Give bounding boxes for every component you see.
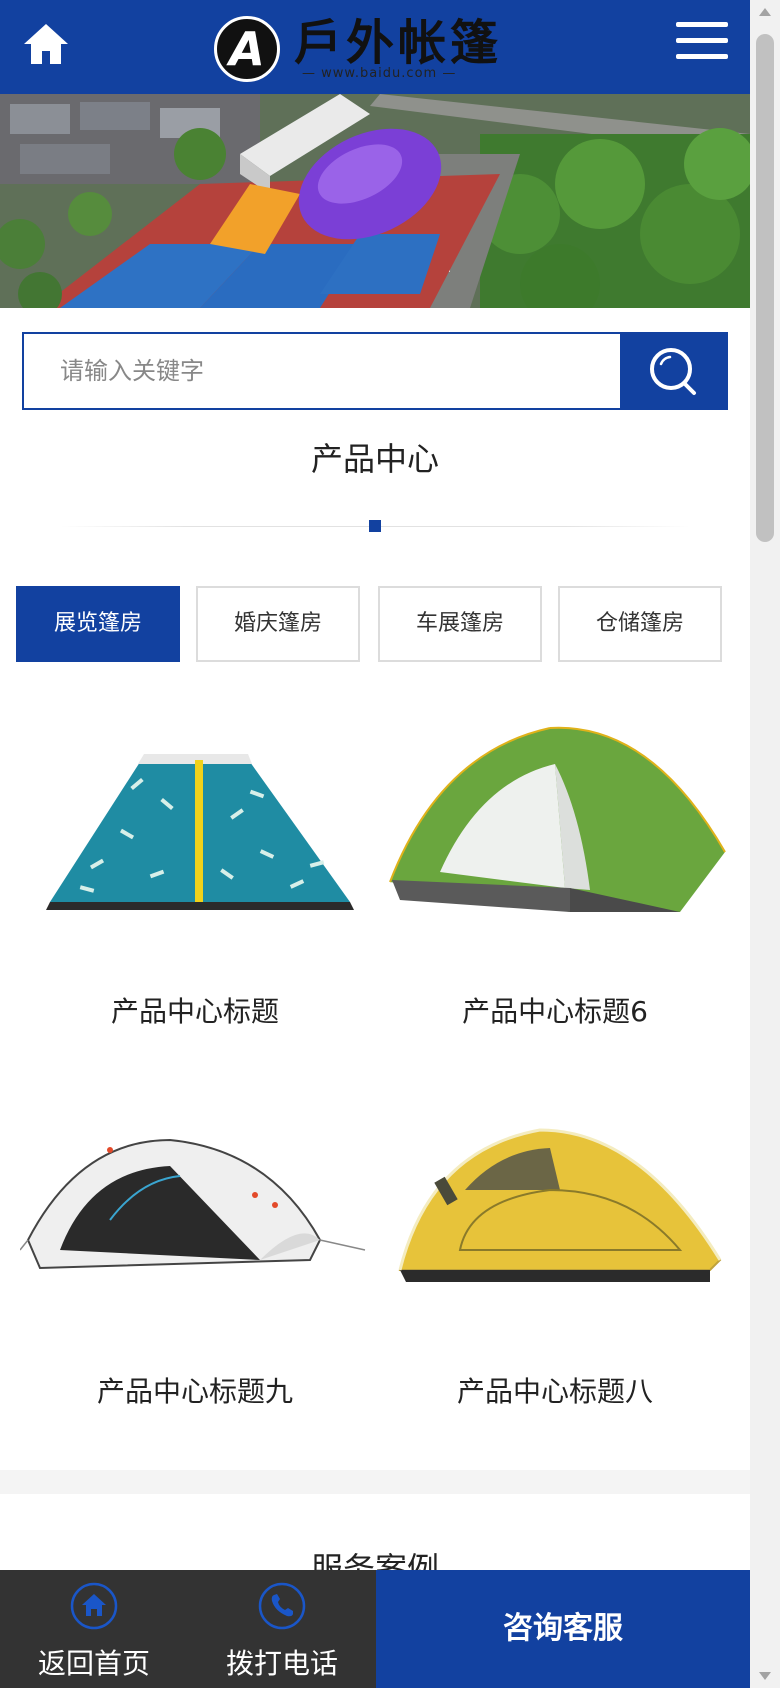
back-home-button[interactable]: 返回首页	[0, 1570, 188, 1688]
scroll-thumb[interactable]	[756, 34, 774, 542]
search-icon	[650, 348, 696, 395]
title-divider-dot	[369, 520, 381, 532]
bottom-action-bar: 返回首页 拨打电话 咨询客服	[0, 1570, 750, 1688]
product-title[interactable]: 产品中心标题八	[380, 1370, 730, 1410]
hero-banner[interactable]	[0, 94, 750, 308]
scroll-up-arrow-icon[interactable]	[759, 8, 771, 16]
product-title[interactable]: 产品中心标题	[20, 990, 370, 1030]
hamburger-menu-icon[interactable]	[676, 22, 728, 68]
search-button[interactable]	[620, 334, 726, 408]
search-input[interactable]	[24, 334, 622, 408]
tab-storage[interactable]: 仓储篷房	[558, 586, 722, 662]
product-card[interactable]: 产品中心标题九	[19, 1110, 370, 1430]
product-image-yellow-tent[interactable]	[380, 1110, 730, 1350]
tab-exhibition[interactable]: 展览篷房	[16, 586, 180, 662]
tab-wedding[interactable]: 婚庆篷房	[196, 586, 360, 662]
product-title[interactable]: 产品中心标题6	[380, 990, 730, 1030]
product-card[interactable]: 产品中心标题八	[380, 1110, 730, 1430]
products-section-title: 产品中心	[310, 440, 439, 478]
scroll-down-arrow-icon[interactable]	[759, 1672, 771, 1680]
logo-text: 戶外帐篷	[294, 15, 503, 71]
page-scrollbar[interactable]	[750, 0, 780, 1688]
bottom-bar-left: 返回首页 拨打电话	[0, 1570, 376, 1688]
mobile-page: A 戶外帐篷 — www.baidu.com — 请输入关键字 产品中心 展览篷…	[0, 0, 750, 1688]
search-bar	[22, 332, 728, 410]
home-icon[interactable]	[22, 20, 70, 68]
product-card[interactable]: 产品中心标题6	[380, 712, 730, 1032]
site-logo[interactable]: A 戶外帐篷 — www.baidu.com —	[214, 14, 498, 82]
home-circle-icon	[70, 1582, 118, 1630]
section-separator	[0, 1470, 750, 1494]
consult-service-button[interactable]: 咨询客服	[376, 1570, 750, 1688]
product-image-green-tent[interactable]	[380, 712, 730, 952]
product-image-white-tent[interactable]	[19, 1110, 370, 1350]
call-phone-button[interactable]: 拨打电话	[188, 1570, 376, 1688]
product-image-teal-tent[interactable]	[20, 712, 370, 952]
site-header: A 戶外帐篷 — www.baidu.com —	[0, 0, 750, 94]
product-card[interactable]: 产品中心标题	[20, 712, 370, 1032]
phone-circle-icon	[258, 1582, 306, 1630]
back-home-label: 返回首页	[37, 1647, 150, 1680]
tab-auto-show[interactable]: 车展篷房	[378, 586, 542, 662]
call-phone-label: 拨打电话	[225, 1647, 338, 1680]
logo-mark: A	[214, 16, 280, 82]
logo-url: — www.baidu.com —	[302, 66, 457, 81]
product-title[interactable]: 产品中心标题九	[20, 1370, 370, 1410]
